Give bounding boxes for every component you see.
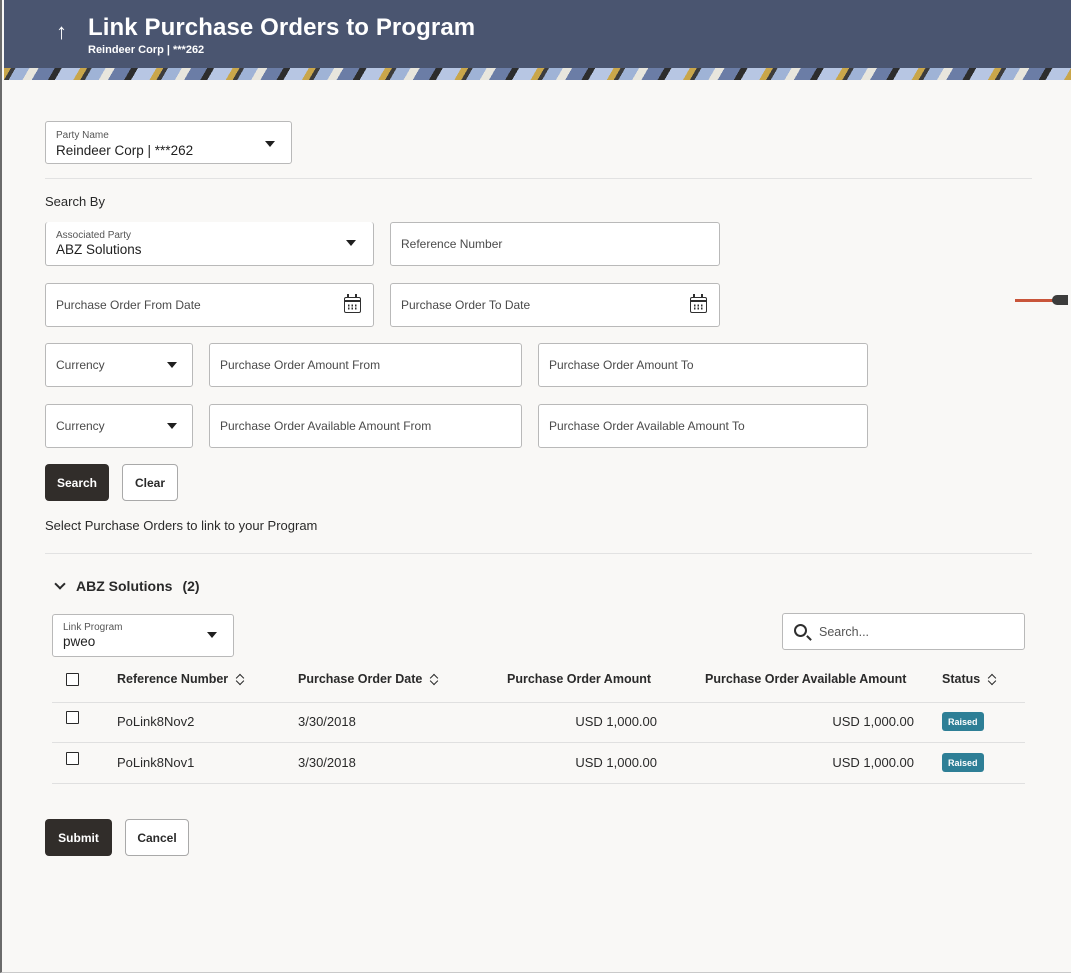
po-available-from-input[interactable]: Purchase Order Available Amount From [209, 404, 522, 448]
caret-down-icon [346, 240, 356, 246]
calendar-icon[interactable] [343, 294, 361, 313]
table-search-input[interactable]: Search... [782, 613, 1025, 650]
search-icon [794, 624, 807, 637]
table-divider [52, 783, 1025, 784]
select-po-label: Select Purchase Orders to link to your P… [45, 518, 318, 533]
row-checkbox[interactable] [66, 711, 79, 724]
group-name: ABZ Solutions [76, 578, 173, 594]
submit-button[interactable]: Submit [45, 819, 112, 856]
table-search-placeholder: Search... [819, 625, 870, 639]
col-header-status[interactable]: Status [942, 672, 996, 686]
currency-select-available[interactable]: Currency [45, 404, 193, 448]
status-badge: Raised [942, 753, 984, 772]
po-from-date-input[interactable]: Purchase Order From Date [45, 283, 374, 327]
page-subtitle: Reindeer Corp | ***262 [88, 44, 205, 56]
section-divider [45, 553, 1032, 554]
po-amount-from-input[interactable]: Purchase Order Amount From [209, 343, 522, 387]
cancel-button[interactable]: Cancel [125, 819, 189, 856]
caret-down-icon [265, 141, 275, 147]
chevron-down-icon[interactable] [54, 578, 66, 590]
header-pattern [4, 68, 1071, 80]
reference-number-placeholder: Reference Number [401, 237, 503, 251]
status-badge: Raised [942, 712, 984, 731]
po-available-to-input[interactable]: Purchase Order Available Amount To [538, 404, 868, 448]
row-checkbox[interactable] [66, 752, 79, 765]
row-po-date: 3/30/2018 [298, 755, 356, 770]
row-po-amount: USD 1,000.00 [575, 714, 657, 729]
associated-party-label: Associated Party [56, 230, 132, 241]
po-amount-to-placeholder: Purchase Order Amount To [549, 358, 694, 372]
search-button[interactable]: Search [45, 464, 109, 501]
calendar-icon[interactable] [689, 294, 707, 313]
party-name-value: Reindeer Corp | ***262 [56, 143, 194, 158]
associated-party-value: ABZ Solutions [56, 242, 142, 257]
caret-down-icon [167, 423, 177, 429]
sort-icon[interactable] [236, 673, 244, 685]
col-header-po-available-amount: Purchase Order Available Amount [705, 672, 907, 686]
caret-down-icon [207, 632, 217, 638]
clear-button[interactable]: Clear [122, 464, 178, 501]
po-amount-from-placeholder: Purchase Order Amount From [220, 358, 381, 372]
side-handle-icon[interactable] [1052, 295, 1068, 305]
link-program-select[interactable]: Link Program pweo [52, 614, 234, 657]
row-reference-number: PoLink8Nov1 [117, 755, 195, 770]
back-arrow-icon[interactable]: ↑ [56, 20, 67, 44]
po-available-from-placeholder: Purchase Order Available Amount From [220, 419, 432, 433]
row-po-available-amount: USD 1,000.00 [832, 714, 914, 729]
sort-icon[interactable] [988, 673, 996, 685]
link-program-value: pweo [63, 634, 96, 649]
po-available-to-placeholder: Purchase Order Available Amount To [549, 419, 745, 433]
select-all-checkbox[interactable] [66, 673, 79, 686]
caret-down-icon [167, 362, 177, 368]
row-po-amount: USD 1,000.00 [575, 755, 657, 770]
currency-select-amount[interactable]: Currency [45, 343, 193, 387]
table-divider [52, 702, 1025, 703]
currency-placeholder: Currency [56, 358, 105, 372]
section-divider [45, 178, 1032, 179]
col-header-reference-number[interactable]: Reference Number [117, 672, 244, 686]
row-po-available-amount: USD 1,000.00 [832, 755, 914, 770]
page-title: Link Purchase Orders to Program [88, 14, 476, 41]
table-divider [52, 742, 1025, 743]
row-reference-number: PoLink8Nov2 [117, 714, 195, 729]
row-po-date: 3/30/2018 [298, 714, 356, 729]
associated-party-select[interactable]: Associated Party ABZ Solutions [45, 222, 374, 266]
page-header: ↑ Link Purchase Orders to Program Reinde… [4, 0, 1071, 80]
side-handle-line [1015, 299, 1055, 302]
currency-placeholder: Currency [56, 419, 105, 433]
link-program-label: Link Program [63, 622, 123, 633]
search-by-label: Search By [45, 194, 105, 209]
po-to-date-placeholder: Purchase Order To Date [401, 298, 531, 312]
po-from-date-placeholder: Purchase Order From Date [56, 298, 201, 312]
sort-icon[interactable] [430, 673, 438, 685]
group-count: (2) [182, 578, 200, 594]
group-header[interactable]: ABZ Solutions (2) [54, 578, 200, 594]
party-name-label: Party Name [56, 130, 109, 141]
col-header-po-date[interactable]: Purchase Order Date [298, 672, 438, 686]
reference-number-input[interactable]: Reference Number [390, 222, 720, 266]
col-header-po-amount: Purchase Order Amount [507, 672, 652, 686]
party-name-select[interactable]: Party Name Reindeer Corp | ***262 [45, 121, 292, 164]
po-to-date-input[interactable]: Purchase Order To Date [390, 283, 720, 327]
po-amount-to-input[interactable]: Purchase Order Amount To [538, 343, 868, 387]
